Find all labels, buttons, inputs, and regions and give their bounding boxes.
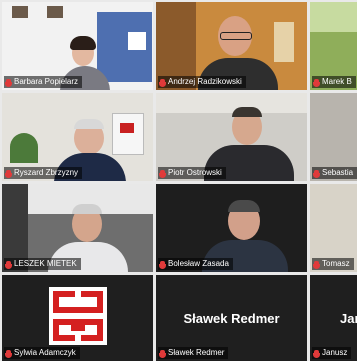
video-tile-piotr[interactable]: Piotr Ostrowski bbox=[156, 93, 307, 181]
participant-name: Barbara Popielarz bbox=[14, 77, 79, 86]
mic-muted-icon bbox=[5, 78, 12, 87]
participant-label: Andrzej Radzikowski bbox=[158, 76, 246, 88]
participant-name: LESZEK MIETEK bbox=[14, 259, 77, 268]
mic-muted-icon bbox=[313, 349, 320, 358]
mic-muted-icon bbox=[159, 260, 166, 269]
participant-name: Piotr Ostrowski bbox=[168, 168, 222, 177]
video-tile-andrzej[interactable]: Andrzej Radzikowski bbox=[156, 2, 307, 90]
mic-muted-icon bbox=[313, 78, 320, 87]
video-tile-boleslaw[interactable]: Bolesław Zasada bbox=[156, 184, 307, 272]
mic-muted-icon bbox=[5, 349, 12, 358]
participant-name: Tomasz bbox=[322, 259, 350, 268]
participant-label: LESZEK MIETEK bbox=[4, 258, 81, 270]
participant-name: Marek B bbox=[322, 77, 352, 86]
participant-name: Bolesław Zasada bbox=[168, 259, 229, 268]
mic-muted-icon bbox=[313, 169, 320, 178]
camera-off-name-card: Sławek Redmer bbox=[183, 311, 280, 327]
video-tile-leszek[interactable]: LESZEK MIETEK bbox=[2, 184, 153, 272]
mic-muted-icon bbox=[159, 349, 166, 358]
participant-label: Sławek Redmer bbox=[158, 347, 229, 359]
participant-name: Sławek Redmer bbox=[168, 348, 225, 357]
participant-label: Barbara Popielarz bbox=[4, 76, 83, 88]
mic-muted-icon bbox=[313, 260, 320, 269]
participant-label: Janusz bbox=[312, 347, 352, 359]
organization-logo bbox=[49, 287, 107, 345]
participant-name: Janusz bbox=[322, 348, 348, 357]
video-tile-tomasz[interactable]: Tomasz bbox=[310, 184, 357, 272]
participant-label: Tomasz bbox=[312, 258, 354, 270]
participant-label: Ryszard Zbrzyzny bbox=[4, 167, 83, 179]
participant-label: Sylwia Adamczyk bbox=[4, 347, 80, 359]
camera-off-name-card: Jan bbox=[340, 311, 357, 327]
video-tile-sebastian[interactable]: Sebastia bbox=[310, 93, 357, 181]
video-tile-barbara[interactable]: Barbara Popielarz bbox=[2, 2, 153, 90]
mic-muted-icon bbox=[159, 78, 166, 87]
participant-label: Bolesław Zasada bbox=[158, 258, 233, 270]
participant-label: Marek B bbox=[312, 76, 356, 88]
participant-name: Ryszard Zbrzyzny bbox=[14, 168, 79, 177]
participant-label: Piotr Ostrowski bbox=[158, 167, 226, 179]
mic-muted-icon bbox=[5, 169, 12, 178]
participant-label: Sebastia bbox=[312, 167, 357, 179]
video-tile-sylwia[interactable]: Sylwia Adamczyk bbox=[2, 275, 153, 361]
video-tile-marek[interactable]: Marek B bbox=[310, 2, 357, 90]
video-grid: Barbara Popielarz Andrzej Radzikowski Ma… bbox=[0, 0, 357, 361]
mic-muted-icon bbox=[159, 169, 166, 178]
video-tile-slawek[interactable]: Sławek Redmer Sławek Redmer bbox=[156, 275, 307, 361]
mic-muted-icon bbox=[5, 260, 12, 269]
video-tile-ryszard[interactable]: Ryszard Zbrzyzny bbox=[2, 93, 153, 181]
participant-name: Sebastia bbox=[322, 168, 354, 177]
participant-name: Andrzej Radzikowski bbox=[168, 77, 242, 86]
video-tile-janusz[interactable]: Jan Janusz bbox=[310, 275, 357, 361]
participant-name: Sylwia Adamczyk bbox=[14, 348, 76, 357]
